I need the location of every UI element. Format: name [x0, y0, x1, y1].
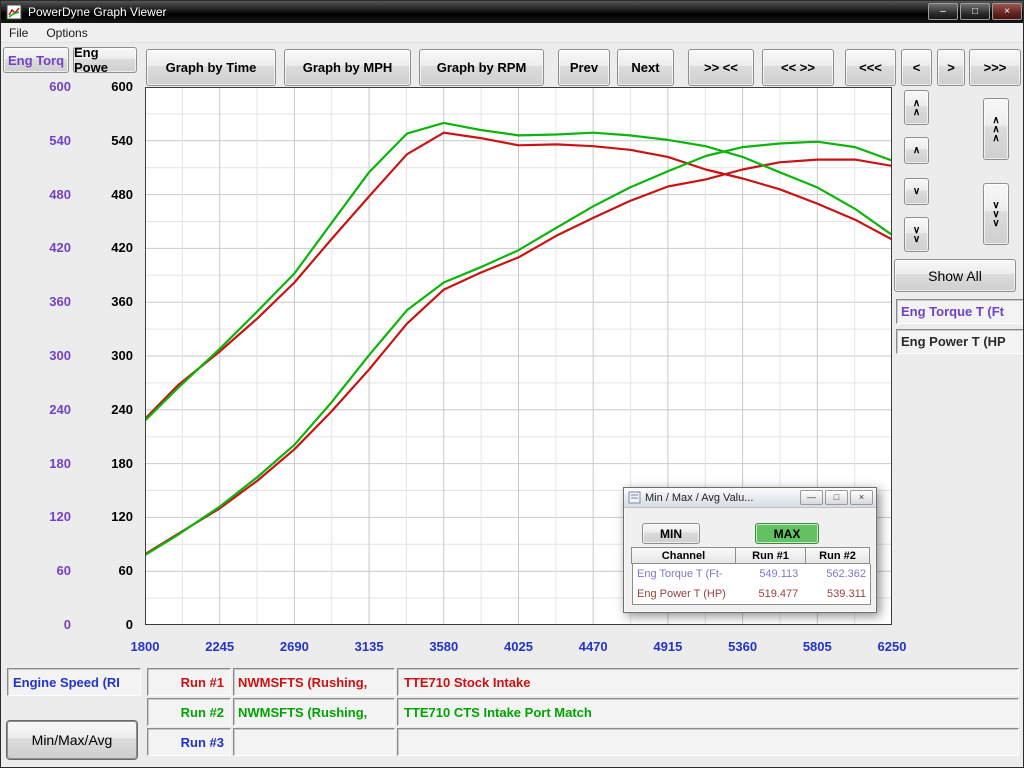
y-axis-tick-label: 420 — [21, 240, 71, 256]
y-axis-tick-label: 0 — [21, 617, 71, 633]
minmax-row-torque: Eng Torque T (Ft- 549.113 562.362 — [633, 564, 870, 584]
x-axis-tick-label: 3580 — [414, 639, 474, 654]
run2-label[interactable]: Run #2 — [147, 698, 231, 726]
torque-axis-ticks: 600540480420360300240180120600 — [21, 79, 71, 633]
minmax-channel-label: Eng Power T (HP) — [633, 588, 737, 600]
y-axis-tick-label: 120 — [21, 509, 71, 525]
graph-by-rpm-button[interactable]: Graph by RPM — [419, 49, 544, 86]
menu-options[interactable]: Options — [46, 26, 87, 40]
minmaxavg-button[interactable]: Min/Max/Avg — [7, 721, 137, 759]
power-axis-ticks: 600540480420360300240180120600 — [85, 79, 133, 633]
minmax-restore-button[interactable]: □ — [825, 490, 848, 505]
scroll-down-button[interactable]: ∨ — [904, 178, 929, 205]
run1-description[interactable]: TTE710 Stock Intake — [397, 668, 1019, 696]
y-axis-tick-label: 60 — [21, 563, 71, 579]
x-axis-tick-label: 2690 — [264, 639, 324, 654]
legend-eng-power[interactable]: Eng Power T (HP — [896, 329, 1024, 354]
tab-eng-power-axis[interactable]: Eng Powe — [73, 47, 137, 73]
tab-eng-torque-axis[interactable]: Eng Torq — [3, 47, 69, 73]
pan-left-fast-button[interactable]: <<< — [845, 49, 896, 86]
menu-bar: File Options — [1, 23, 1024, 43]
minmax-row-power: Eng Power T (HP) 519.477 539.311 — [633, 584, 870, 604]
zoom-down-triple-button[interactable]: ∨ ∨ ∨ — [983, 183, 1009, 245]
y-axis-tick-label: 60 — [85, 563, 133, 579]
x-axis-tick-label: 5360 — [713, 639, 773, 654]
pan-right-fast-button[interactable]: >>> — [969, 49, 1021, 86]
minmax-col-run1[interactable]: Run #1 — [735, 547, 806, 564]
graph-by-time-button[interactable]: Graph by Time — [146, 49, 276, 86]
zoom-up-triple-button[interactable]: ∧ ∧ ∧ — [983, 98, 1009, 160]
scroll-up-button[interactable]: ∧ — [904, 137, 929, 164]
y-axis-tick-label: 180 — [21, 456, 71, 472]
y-axis-tick-label: 120 — [85, 509, 133, 525]
y-axis-tick-label: 360 — [21, 294, 71, 310]
run1-source[interactable]: NWMSFTS (Rushing, — [233, 668, 395, 696]
y-axis-tick-label: 540 — [21, 133, 71, 149]
minmax-run2-value: 539.311 — [806, 588, 870, 600]
y-axis-tick-label: 420 — [85, 240, 133, 256]
y-axis-tick-label: 240 — [21, 402, 71, 418]
minmax-close-button[interactable]: × — [850, 490, 873, 505]
minmax-title-bar[interactable]: Min / Max / Avg Valu... — □ × — [624, 488, 876, 508]
x-axis-tick-label: 3135 — [339, 639, 399, 654]
show-all-button[interactable]: Show All — [894, 259, 1016, 292]
y-axis-tick-label: 480 — [85, 187, 133, 203]
graph-by-mph-button[interactable]: Graph by MPH — [284, 49, 411, 86]
maximize-button[interactable]: □ — [960, 3, 990, 20]
x-axis-tick-label: 1800 — [115, 639, 175, 654]
x-axis-channel-label[interactable]: Engine Speed (RI — [7, 668, 141, 696]
y-axis-tick-label: 180 — [85, 456, 133, 472]
max-toggle-button[interactable]: MAX — [755, 523, 819, 544]
scroll-down-double-button[interactable]: ∨ ∨ — [904, 217, 929, 252]
scroll-up-double-button[interactable]: ∧ ∧ — [904, 90, 929, 125]
prev-button[interactable]: Prev — [558, 49, 610, 86]
y-axis-tick-label: 240 — [85, 402, 133, 418]
minmax-window-icon — [628, 491, 641, 504]
run3-description[interactable] — [397, 728, 1019, 756]
next-button[interactable]: Next — [617, 49, 674, 86]
window-title: PowerDyne Graph Viewer — [28, 5, 167, 19]
minimize-button[interactable]: – — [928, 3, 958, 20]
y-axis-tick-label: 600 — [21, 79, 71, 95]
minmax-col-run2[interactable]: Run #2 — [805, 547, 870, 564]
y-axis-tick-label: 300 — [21, 348, 71, 364]
minmax-run2-value: 562.362 — [806, 568, 870, 580]
x-axis-tick-label: 6250 — [862, 639, 922, 654]
y-axis-tick-label: 480 — [21, 187, 71, 203]
run2-description[interactable]: TTE710 CTS Intake Port Match — [397, 698, 1019, 726]
minmax-run1-value: 549.113 — [737, 568, 807, 580]
minmax-col-channel[interactable]: Channel — [631, 547, 736, 564]
minmax-values-window: Min / Max / Avg Valu... — □ × MIN MAX Ch… — [623, 487, 877, 613]
minmax-channel-label: Eng Torque T (Ft- — [633, 568, 737, 580]
run1-label[interactable]: Run #1 — [147, 668, 231, 696]
pan-right-button[interactable]: > — [937, 49, 965, 86]
zoom-in-x-button[interactable]: >> << — [688, 49, 754, 86]
y-axis-tick-label: 0 — [85, 617, 133, 633]
close-button[interactable]: × — [992, 3, 1022, 20]
minmax-minimize-button[interactable]: — — [800, 490, 823, 505]
title-bar[interactable]: PowerDyne Graph Viewer – □ × — [1, 1, 1024, 23]
x-axis-tick-label: 5805 — [787, 639, 847, 654]
x-axis-tick-label: 4915 — [638, 639, 698, 654]
run3-source[interactable] — [233, 728, 395, 756]
min-toggle-button[interactable]: MIN — [642, 523, 700, 544]
run3-label[interactable]: Run #3 — [147, 728, 231, 756]
minmax-window-title: Min / Max / Avg Valu... — [645, 492, 753, 504]
y-axis-tick-label: 360 — [85, 294, 133, 310]
menu-file[interactable]: File — [9, 26, 28, 40]
pan-left-button[interactable]: < — [901, 49, 932, 86]
legend-eng-torque[interactable]: Eng Torque T (Ft — [896, 299, 1024, 324]
zoom-out-x-button[interactable]: << >> — [762, 49, 834, 86]
minmax-run1-value: 519.477 — [737, 588, 807, 600]
x-axis-tick-label: 4025 — [489, 639, 549, 654]
x-axis-tick-label: 2245 — [190, 639, 250, 654]
x-axis-tick-label: 4470 — [563, 639, 623, 654]
run2-source[interactable]: NWMSFTS (Rushing, — [233, 698, 395, 726]
y-axis-tick-label: 540 — [85, 133, 133, 149]
y-axis-tick-label: 300 — [85, 348, 133, 364]
powerdyne-window: PowerDyne Graph Viewer – □ × File Option… — [0, 0, 1024, 768]
app-icon — [6, 4, 22, 20]
y-axis-tick-label: 600 — [85, 79, 133, 95]
